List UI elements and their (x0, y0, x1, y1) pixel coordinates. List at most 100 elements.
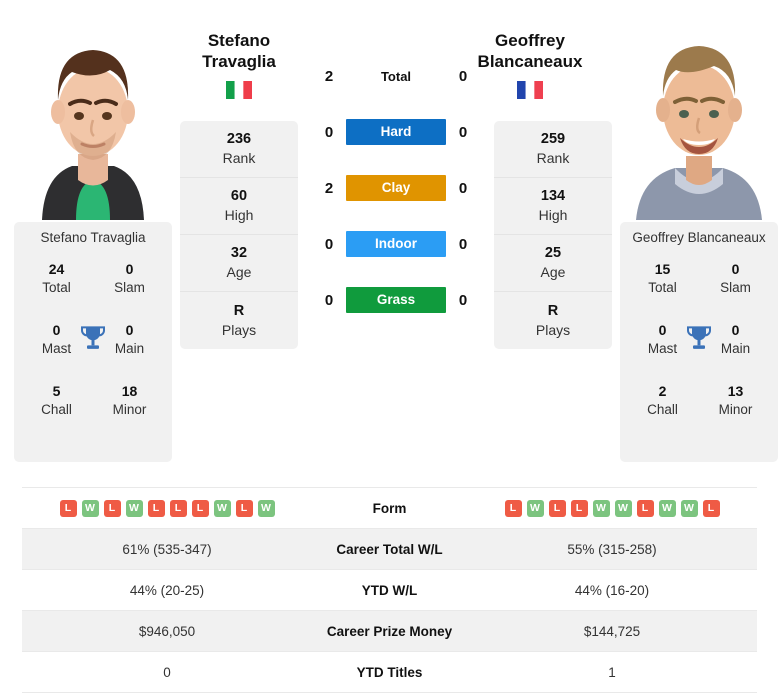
flag-italy-icon (226, 80, 252, 99)
stats-left-value: 61% (535-347) (22, 528, 312, 570)
left-form-badge[interactable]: W (125, 499, 143, 517)
right-form-badge[interactable]: L (570, 499, 588, 517)
left-form-badge[interactable]: L (169, 499, 187, 517)
left-titles-grid: 24 Total 0 Slam 0 Mast 0 Main 5 Chall 18… (20, 261, 166, 418)
right-form-badge[interactable]: W (680, 499, 698, 517)
flag-france-icon (517, 80, 543, 99)
right-titles-total-label: Total (648, 279, 677, 295)
left-player-last-name: Travaglia (202, 52, 276, 72)
left-rank-label: Rank (222, 150, 256, 167)
right-player-last-name: Blancaneaux (477, 52, 583, 72)
right-high-value: 134 (540, 188, 566, 205)
left-stat-plays: R Plays (180, 292, 298, 349)
surface-badge-hard[interactable]: Hard (346, 119, 446, 145)
right-titles-slam: 0 Slam (699, 261, 772, 296)
right-age-label: Age (540, 264, 566, 281)
stats-row-label: YTD W/L (312, 569, 467, 611)
right-form-strip: LWLLWWLWWL (467, 499, 757, 517)
left-stat-card: 236 Rank 60 High 32 Age R Plays (180, 121, 298, 349)
left-form-badge[interactable]: W (213, 499, 231, 517)
left-stat-rank: 236 Rank (180, 121, 298, 178)
left-form-badge[interactable]: L (235, 499, 253, 517)
h2h-left-score-grass: 0 (324, 291, 334, 309)
right-form-badge[interactable]: L (504, 499, 522, 517)
left-titles-slam: 0 Slam (93, 261, 166, 296)
left-plays-label: Plays (221, 321, 257, 338)
right-rank-value: 259 (540, 131, 566, 148)
left-titles-minor-label: Minor (112, 401, 147, 417)
left-form-badge[interactable]: W (257, 499, 275, 517)
right-stat-rank: 259 Rank (494, 121, 612, 178)
right-form-badge[interactable]: W (658, 499, 676, 517)
right-titles-minor: 13 Minor (699, 383, 772, 418)
right-form-badge[interactable]: L (636, 499, 654, 517)
stats-row: $946,050 Career Prize Money $144,725 (22, 610, 757, 652)
stats-left-value: 44% (20-25) (22, 569, 312, 611)
left-form-badge[interactable]: L (103, 499, 121, 517)
right-rank-label: Rank (536, 150, 570, 167)
stats-right-value: 44% (16-20) (467, 569, 757, 611)
left-form-badge[interactable]: L (59, 499, 77, 517)
right-stat-plays: R Plays (494, 292, 612, 349)
h2h-row-total: 2 Total 0 (306, 62, 486, 90)
left-age-value: 32 (230, 245, 248, 262)
trophy-icon (81, 325, 105, 349)
right-titles-chall-value: 2 (658, 383, 667, 400)
left-titles-chall-label: Chall (41, 401, 72, 417)
surface-badge-grass[interactable]: Grass (346, 287, 446, 313)
left-titles-total-label: Total (42, 279, 71, 295)
left-titles-chall: 5 Chall (20, 383, 93, 418)
h2h-row-grass: 0 Grass 0 (306, 286, 486, 314)
right-titles-minor-value: 13 (727, 383, 744, 400)
left-titles-chall-value: 5 (52, 383, 61, 400)
stats-row-label: Form (312, 487, 467, 529)
stats-row: 0 YTD Titles 1 (22, 651, 757, 693)
left-titles-minor: 18 Minor (93, 383, 166, 418)
left-player-name-header: Stefano Travaglia (180, 4, 298, 99)
h2h-label-total: Total (380, 68, 412, 84)
h2h-comparison-page: Stefano Travaglia 24 Total 0 Slam 0 Mast (0, 0, 779, 699)
left-titles-minor-value: 18 (121, 383, 138, 400)
left-form-badge[interactable]: W (81, 499, 99, 517)
stats-row-label: Career Total W/L (312, 528, 467, 570)
right-titles-card: Geoffrey Blancaneaux 15 Total 0 Slam 0 M… (620, 222, 778, 462)
center-column: 2 Total 0 0 Hard 0 2 Clay 0 0 Indoor 0 0 Grass 0 (306, 8, 486, 314)
right-titles-player-name: Geoffrey Blancaneaux (632, 230, 766, 245)
left-stat-high: 60 High (180, 178, 298, 235)
right-stat-card: 259 Rank 134 High 25 Age R Plays (494, 121, 612, 349)
right-form-badge[interactable]: L (548, 499, 566, 517)
surface-badge-indoor[interactable]: Indoor (346, 231, 446, 257)
left-high-label: High (224, 207, 254, 224)
right-titles-chall-label: Chall (647, 401, 678, 417)
right-titles-slam-label: Slam (720, 279, 751, 295)
stats-left-value: 0 (22, 651, 312, 693)
left-rank-value: 236 (226, 131, 252, 148)
stats-row: 44% (20-25) YTD W/L 44% (16-20) (22, 569, 757, 611)
stats-left-value: $946,050 (22, 610, 312, 652)
right-titles-grid: 15 Total 0 Slam 0 Mast 0 Main 2 Chall 13… (626, 261, 772, 418)
right-plays-label: Plays (535, 321, 571, 338)
h2h-right-score-grass: 0 (458, 291, 468, 309)
right-form-badge[interactable]: W (526, 499, 544, 517)
stats-row-label: Career Prize Money (312, 610, 467, 652)
h2h-row-indoor: 0 Indoor 0 (306, 230, 486, 258)
left-form-badge[interactable]: L (191, 499, 209, 517)
left-form-badge[interactable]: L (147, 499, 165, 517)
stats-comparison-table: L W L W L L L W L W Form L W L L W W L W W L 61% (535-347) Car… (22, 487, 757, 693)
stats-row-label: YTD Titles (312, 651, 467, 693)
left-age-label: Age (226, 264, 252, 281)
right-form-badge[interactable]: W (592, 499, 610, 517)
trophy-icon (687, 325, 711, 349)
h2h-row-clay: 2 Clay 0 (306, 174, 486, 202)
head-to-head-list: 2 Total 0 0 Hard 0 2 Clay 0 0 Indoor 0 0 Grass 0 (306, 8, 486, 314)
right-titles-chall: 2 Chall (626, 383, 699, 418)
right-player-panel: Geoffrey Blancaneaux 15 Total 0 Slam 0 M… (620, 8, 778, 462)
right-form-badge[interactable]: W (614, 499, 632, 517)
right-form-badge[interactable]: L (702, 499, 720, 517)
left-player-first-name: Stefano (207, 31, 271, 50)
surface-badge-clay[interactable]: Clay (346, 175, 446, 201)
left-titles-total: 24 Total (20, 261, 93, 296)
left-titles-card: Stefano Travaglia 24 Total 0 Slam 0 Mast (14, 222, 172, 462)
stats-left-value: LWLWLLLWLW (22, 487, 312, 529)
h2h-left-score-total: 2 (324, 67, 334, 85)
